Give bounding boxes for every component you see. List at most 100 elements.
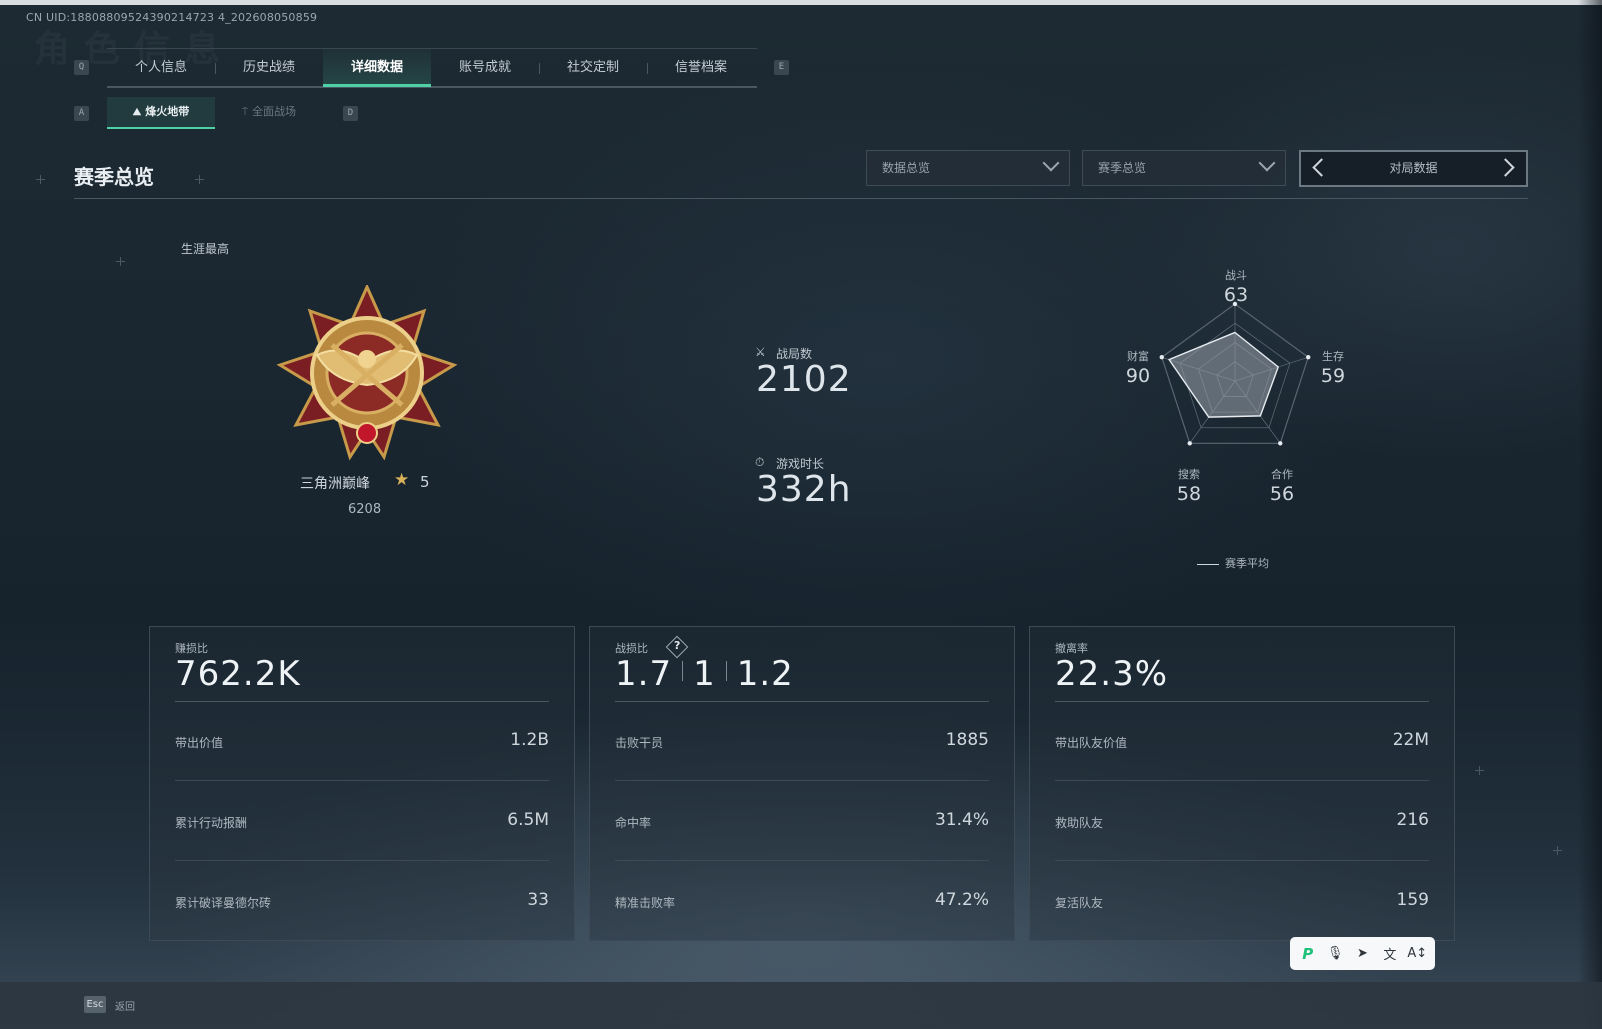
main-tab-bar: 个人信息 历史战绩 详细数据 账号成就 社交定制 信誉档案 (107, 48, 757, 88)
stat-row: 累计破译曼德尔砖 33 (175, 861, 549, 941)
stat-row: 累计行动报酬 6.5M (175, 781, 549, 861)
right-edge-shade (1578, 0, 1602, 1029)
tab-achievements[interactable]: 账号成就 (431, 49, 539, 87)
stat-row: 救助队友 216 (1055, 781, 1429, 861)
radar-axis-value: 58 (1176, 483, 1202, 505)
radar-value-polygon (1168, 331, 1280, 418)
subtab-hazard-zone[interactable]: ⛰ 烽火地带 (107, 97, 215, 129)
radar-legend: 赛季平均 (1197, 555, 1269, 571)
subtab-label: 烽火地带 (145, 105, 190, 118)
radar-axis-value: 63 (1223, 284, 1249, 306)
legend-line (1197, 563, 1219, 565)
mode-tab-bar: ⛰ 烽火地带 ⍑ 全面战场 (107, 97, 323, 129)
kd-panel: 战损比 ? 1.7 1 1.2 击败干员 1885 命中率 31.4% 精准击败率 … (589, 626, 1015, 941)
radar-axis-tip (1187, 441, 1192, 446)
tower-icon: ⍑ (242, 107, 248, 118)
stat-row: 命中率 31.4% (615, 781, 989, 861)
kd-separator (725, 661, 727, 681)
stat-value: 159 (1396, 890, 1429, 910)
stat-row: 带出队友价值 22M (1055, 701, 1429, 781)
stat-label: 击败干员 (615, 736, 664, 750)
stat-value: 47.2% (934, 890, 989, 910)
extract-panel: 撤离率 22.3% 带出队友价值 22M 救助队友 216 复活队友 159 (1029, 626, 1455, 941)
playtime-value: 332h (756, 469, 852, 510)
bottom-bar (0, 982, 1602, 1029)
stat-label: 累计行动报酬 (175, 816, 248, 830)
legend-label: 赛季平均 (1225, 557, 1269, 570)
tab-credit-file[interactable]: 信誉档案 (647, 49, 755, 87)
brand-icon[interactable]: P (1298, 944, 1318, 964)
stat-label: 命中率 (615, 816, 652, 830)
rank-name: 三角洲巅峰 (300, 476, 370, 492)
stat-label: 精准击败率 (615, 896, 676, 910)
tab-history[interactable]: 历史战绩 (215, 49, 323, 87)
radar-axis-label: 生存 (1322, 350, 1344, 363)
subtab-warfare[interactable]: ⍑ 全面战场 (215, 97, 323, 129)
stat-row: 复活队友 159 (1055, 861, 1429, 941)
dropdown-value: 赛季总览 (1098, 161, 1147, 175)
next-tab-key-hint: E (774, 60, 789, 75)
timer-icon: ⏱ (755, 455, 765, 469)
stat-row: 击败干员 1885 (615, 701, 989, 781)
stat-value: 33 (527, 890, 549, 910)
back-label[interactable]: 返回 (115, 998, 135, 1013)
stat-label: 救助队友 (1055, 816, 1104, 830)
send-icon[interactable]: ➤ (1352, 944, 1372, 964)
tab-detailed-data[interactable]: 详细数据 (323, 49, 431, 87)
radar-axis-label: 搜索 (1178, 468, 1200, 481)
stat-row: 带出价值 1.2B (175, 701, 549, 781)
stat-row: 精准击败率 47.2% (615, 861, 989, 941)
next-subtab-key-hint: D (343, 106, 358, 121)
stat-label: 带出价值 (175, 736, 224, 750)
stat-value: 22M (1392, 730, 1429, 750)
floating-toolbar: P 🎙 ➤ 文 A↕ (1290, 937, 1435, 970)
season-dropdown[interactable]: 赛季总览 (1082, 150, 1286, 186)
microphone-icon[interactable]: 🎙 (1325, 944, 1345, 964)
kd-deaths: 1 (693, 654, 716, 694)
radar-axis-tip (1278, 441, 1283, 446)
radar-axis-label: 战斗 (1225, 269, 1247, 282)
rank-medal-icon (276, 285, 458, 461)
stat-label: 累计破译曼德尔砖 (175, 896, 272, 910)
stat-value: 216 (1396, 810, 1429, 830)
career-highest-label: 生涯最高 (181, 242, 230, 256)
mountain-icon: ⛰ (132, 107, 142, 118)
stat-value: 6.5M (507, 810, 549, 830)
section-title: 赛季总览 (74, 165, 154, 189)
stat-value: 1.2B (510, 730, 549, 750)
stat-value: 1885 (945, 730, 989, 750)
esc-key-hint[interactable]: Esc (84, 996, 106, 1013)
kd-kills: 1.7 (615, 654, 673, 694)
radar-axis-value: 90 (1125, 365, 1151, 387)
game-screen: 角色信息 CN UID:18808809524390214723 4_20260… (0, 0, 1602, 1029)
data-scope-dropdown[interactable]: 数据总览 (866, 150, 1070, 186)
panel-value: 762.2K (175, 654, 301, 694)
decor-cross (1553, 846, 1562, 855)
radar-axis-label: 财富 (1127, 350, 1149, 363)
tab-social[interactable]: 社交定制 (539, 49, 647, 87)
decor-cross (116, 257, 125, 266)
rank-score: 6208 (348, 502, 382, 517)
pager-label: 对局数据 (1389, 161, 1438, 175)
dropdown-value: 数据总览 (882, 161, 931, 175)
radar-axis-value: 59 (1320, 365, 1346, 387)
stat-value: 31.4% (934, 810, 989, 830)
stat-label: 复活队友 (1055, 896, 1104, 910)
prev-tab-key-hint: Q (74, 60, 89, 75)
chevron-down-icon (1042, 154, 1060, 172)
decor-cross (36, 175, 45, 184)
section-divider (74, 198, 1528, 199)
match-data-pager: 对局数据 (1299, 150, 1528, 187)
decor-cross (195, 175, 204, 184)
crossed-swords-icon: ⚔ (755, 345, 766, 359)
matches-value: 2102 (756, 359, 852, 400)
text-size-icon[interactable]: A↕ (1407, 944, 1427, 964)
tab-personal-info[interactable]: 个人信息 (107, 49, 215, 87)
help-icon[interactable]: ? (674, 639, 680, 652)
translate-icon[interactable]: 文 (1380, 944, 1400, 964)
profit-panel: 赚损比 762.2K 带出价值 1.2B 累计行动报酬 6.5M 累计破译曼德尔… (149, 626, 575, 941)
radar-axis-label: 合作 (1271, 468, 1293, 481)
rank-stars: 5 (420, 473, 430, 491)
kd-assists: 1.2 (736, 654, 794, 694)
star-icon: ★ (394, 470, 410, 490)
